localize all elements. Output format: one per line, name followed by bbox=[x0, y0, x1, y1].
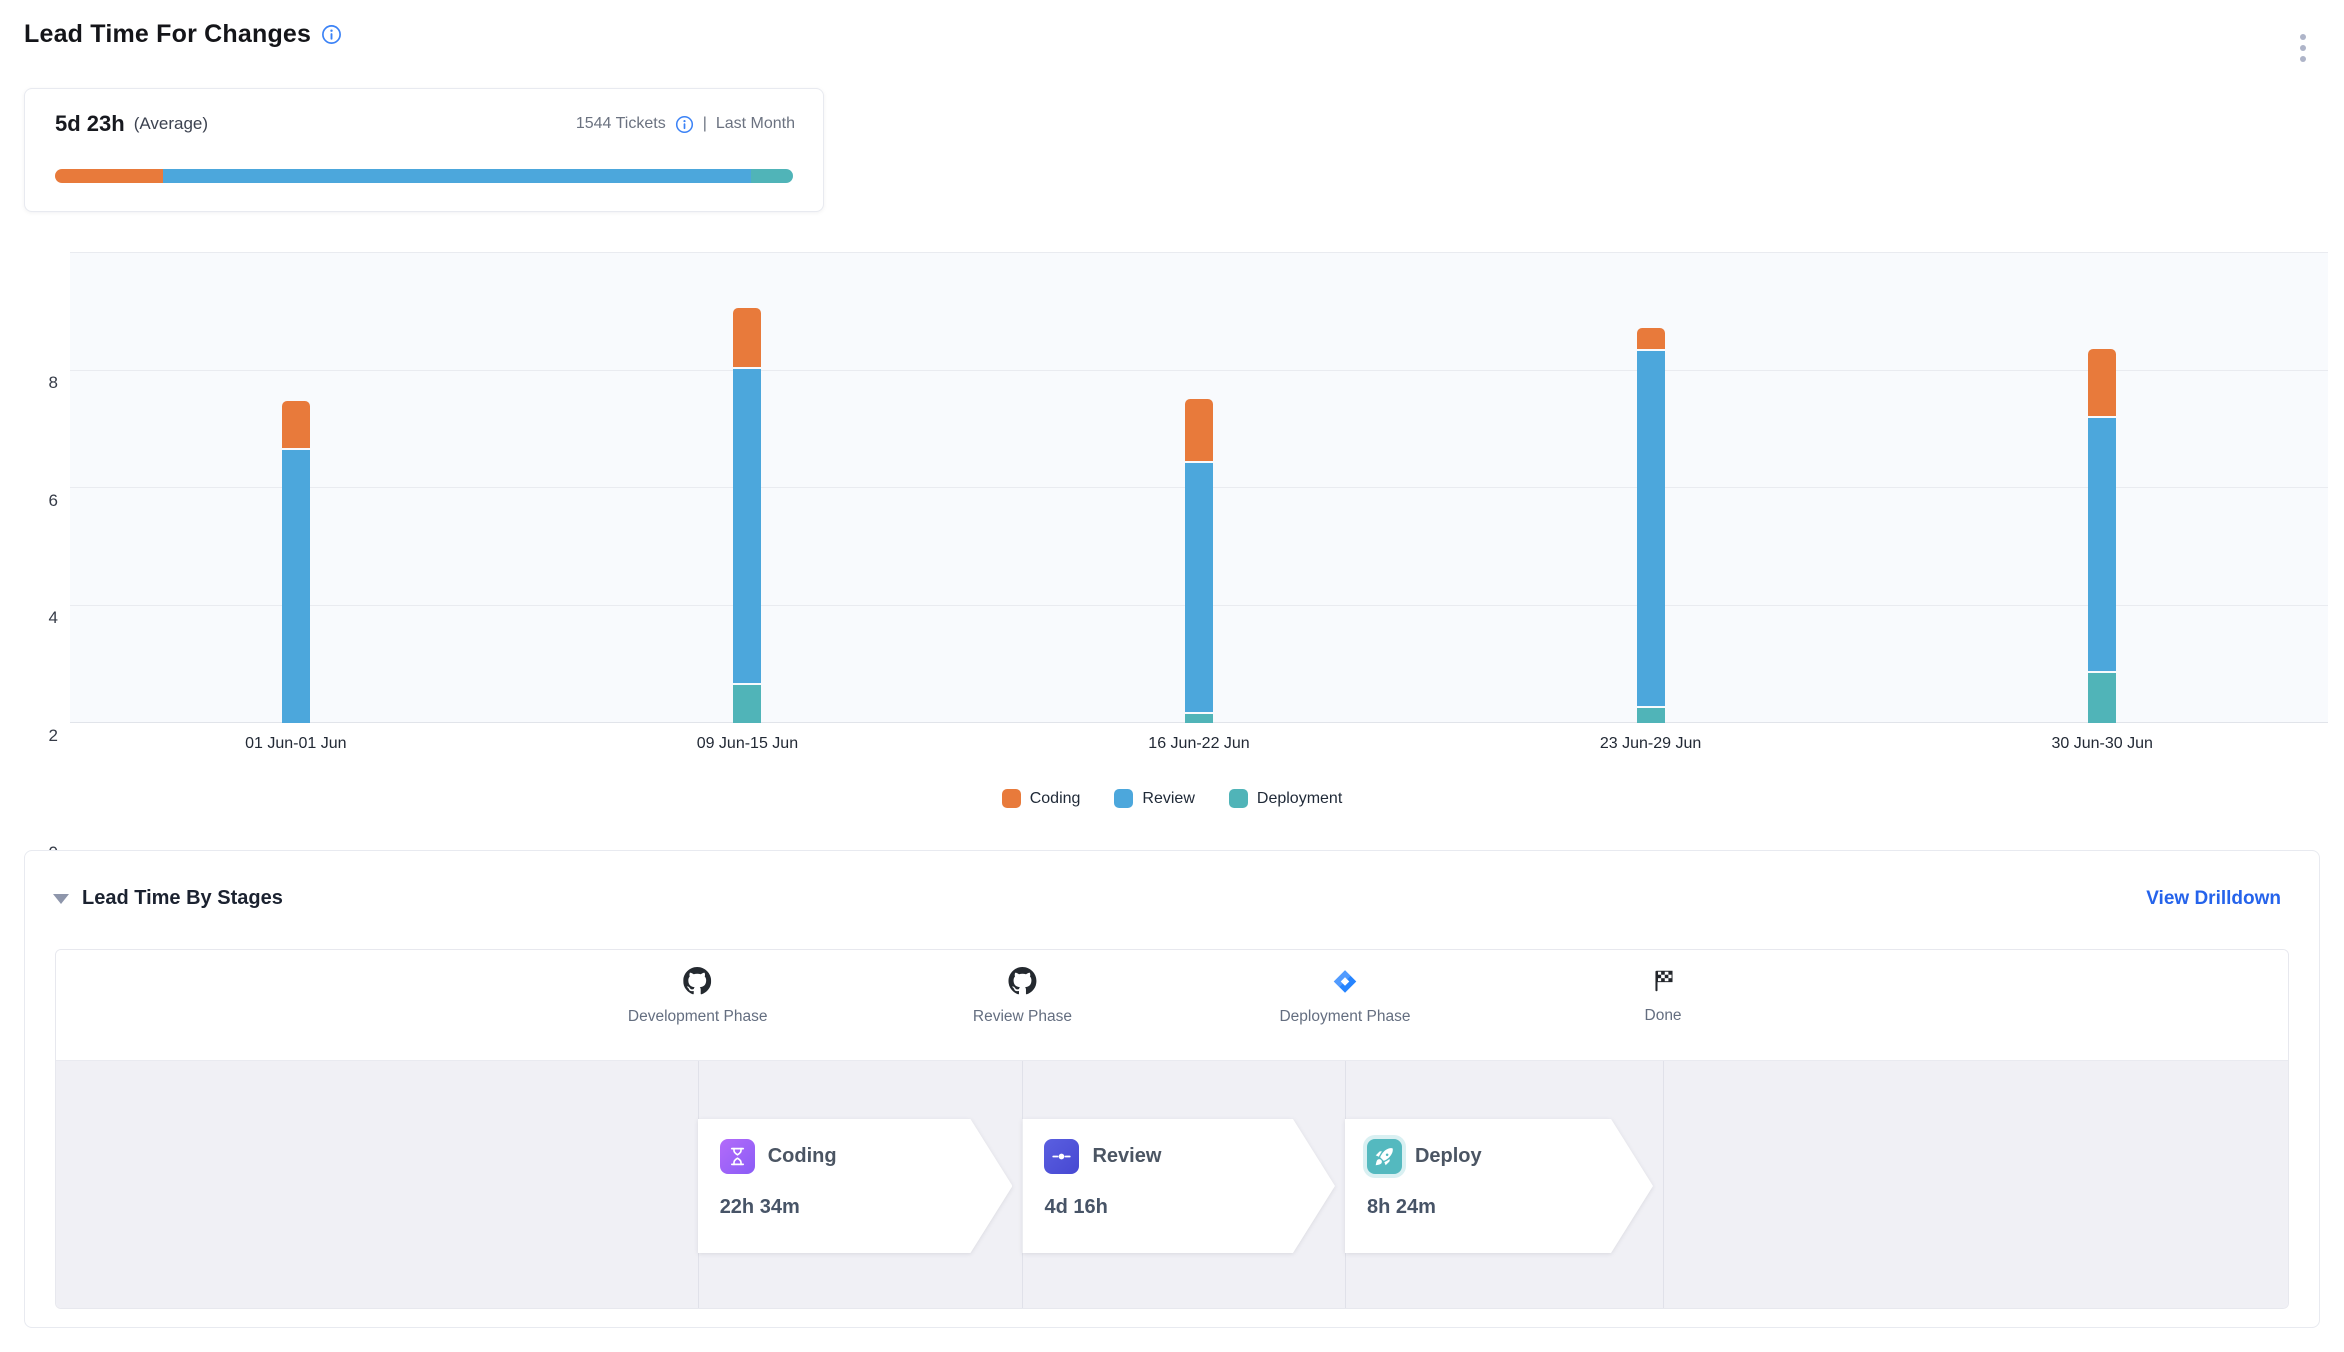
stage-card-coding[interactable]: Coding 22h 34m bbox=[698, 1119, 1013, 1253]
y-axis-label: 4 bbox=[18, 607, 58, 629]
legend-label: Review bbox=[1142, 790, 1194, 808]
column-divider bbox=[1663, 1061, 1664, 1308]
phase-label: Done bbox=[1645, 1007, 1682, 1025]
stacked-bar-4[interactable] bbox=[1637, 328, 1665, 723]
tickets-count: 1544 Tickets bbox=[576, 115, 666, 133]
x-axis-label: 09 Jun-15 Jun bbox=[697, 735, 798, 753]
tickets-info-icon[interactable] bbox=[675, 115, 694, 134]
phase-development: Development Phase bbox=[628, 965, 768, 1026]
gridline-6 bbox=[70, 370, 2328, 371]
lead-time-chart: 01 Jun-01 Jun 09 Jun-15 Jun 16 Jun-22 Jun 2… bbox=[0, 253, 2344, 853]
chart-legend: Coding Review Deployment bbox=[0, 789, 2344, 808]
phase-done: Done bbox=[1645, 965, 1682, 1025]
bar-segment-review[interactable] bbox=[2088, 418, 2116, 671]
github-icon bbox=[1008, 965, 1036, 997]
average-lead-time-value: 5d 23h bbox=[55, 111, 125, 137]
x-axis-label: 23 Jun-29 Jun bbox=[1600, 735, 1701, 753]
legend-label: Coding bbox=[1030, 790, 1081, 808]
stage-card-review[interactable]: Review 4d 16h bbox=[1022, 1119, 1335, 1253]
phase-review: Review Phase bbox=[973, 965, 1072, 1026]
stacked-bar-5[interactable] bbox=[2088, 349, 2116, 723]
summary-card: 5d 23h (Average) 1544 Tickets | Last Mon… bbox=[24, 88, 824, 212]
summary-row: 5d 23h (Average) 1544 Tickets | Last Mon… bbox=[55, 111, 795, 137]
legend-item-coding[interactable]: Coding bbox=[1002, 789, 1081, 808]
phase-label: Deployment Phase bbox=[1279, 1008, 1410, 1026]
legend-swatch bbox=[1229, 789, 1248, 808]
separator: | bbox=[703, 115, 707, 133]
legend-swatch bbox=[1002, 789, 1021, 808]
y-axis-label: 2 bbox=[18, 725, 58, 747]
legend-item-deployment[interactable]: Deployment bbox=[1229, 789, 1342, 808]
x-axis-labels: 01 Jun-01 Jun 09 Jun-15 Jun 16 Jun-22 Jun 2… bbox=[70, 735, 2328, 759]
phases-header-row: Development Phase Review Phase Deploymen… bbox=[56, 950, 2288, 1060]
stages-flow-body: Coding 22h 34m Review 4d 16h bbox=[56, 1060, 2288, 1308]
average-label: (Average) bbox=[134, 114, 208, 134]
stage-name: Deploy bbox=[1415, 1145, 1482, 1168]
legend-swatch bbox=[1114, 789, 1133, 808]
phase-deployment: Deployment Phase bbox=[1279, 965, 1410, 1026]
stages-panel-header: Lead Time By Stages View Drilldown bbox=[53, 887, 2281, 910]
summary-progress-bar bbox=[55, 169, 793, 183]
legend-label: Deployment bbox=[1257, 790, 1342, 808]
stage-card-deploy[interactable]: Deploy 8h 24m bbox=[1345, 1119, 1653, 1253]
view-drilldown-link[interactable]: View Drilldown bbox=[2146, 888, 2281, 910]
collapse-triangle-icon[interactable] bbox=[53, 894, 69, 904]
lead-time-widget: Lead Time For Changes 5d 23h (Average) 1… bbox=[0, 0, 2344, 1352]
chart-plot bbox=[70, 253, 2328, 723]
summary-bar-segment-coding bbox=[55, 169, 163, 183]
phase-label: Review Phase bbox=[973, 1008, 1072, 1026]
period-label: Last Month bbox=[716, 115, 795, 133]
bar-segment-coding[interactable] bbox=[1185, 399, 1213, 461]
bar-segment-deployment[interactable] bbox=[733, 685, 761, 723]
gridline-8 bbox=[70, 252, 2328, 253]
x-axis-label: 01 Jun-01 Jun bbox=[245, 735, 346, 753]
summary-bar-segment-review bbox=[163, 169, 751, 183]
bar-segment-deployment[interactable] bbox=[1637, 708, 1665, 723]
x-axis-label: 30 Jun-30 Jun bbox=[2051, 735, 2152, 753]
bar-segment-coding[interactable] bbox=[1637, 328, 1665, 349]
stage-name: Coding bbox=[768, 1145, 837, 1168]
bar-segment-review[interactable] bbox=[733, 369, 761, 683]
y-axis-label: 8 bbox=[18, 372, 58, 394]
stacked-bar-1[interactable] bbox=[282, 401, 310, 723]
y-axis-label: 6 bbox=[18, 490, 58, 512]
github-icon bbox=[684, 965, 712, 997]
stage-duration: 4d 16h bbox=[1044, 1196, 1335, 1219]
commit-icon bbox=[1044, 1139, 1079, 1174]
info-icon[interactable] bbox=[321, 24, 342, 45]
page-title: Lead Time For Changes bbox=[24, 20, 311, 49]
rocket-icon bbox=[1367, 1139, 1402, 1174]
stages-panel-title: Lead Time By Stages bbox=[82, 887, 283, 910]
bar-segment-review[interactable] bbox=[1185, 463, 1213, 713]
bar-segment-review[interactable] bbox=[282, 450, 310, 723]
stage-duration: 22h 34m bbox=[720, 1196, 1013, 1219]
stage-duration: 8h 24m bbox=[1367, 1196, 1653, 1219]
widget-header: Lead Time For Changes bbox=[24, 20, 342, 49]
x-axis-label: 16 Jun-22 Jun bbox=[1148, 735, 1249, 753]
bar-segment-coding[interactable] bbox=[282, 401, 310, 448]
phase-label: Development Phase bbox=[628, 1008, 768, 1026]
bar-segment-coding[interactable] bbox=[733, 308, 761, 367]
bar-segment-deployment[interactable] bbox=[2088, 673, 2116, 723]
checkered-flag-icon bbox=[1650, 965, 1676, 997]
hourglass-icon bbox=[720, 1139, 755, 1174]
legend-item-review[interactable]: Review bbox=[1114, 789, 1194, 808]
jira-icon bbox=[1331, 965, 1358, 997]
stages-flow-table: Development Phase Review Phase Deploymen… bbox=[55, 949, 2289, 1309]
bar-segment-deployment[interactable] bbox=[1185, 714, 1213, 723]
stacked-bar-3[interactable] bbox=[1185, 399, 1213, 723]
more-options-menu-icon[interactable] bbox=[2296, 30, 2310, 66]
lead-time-by-stages-panel: Lead Time By Stages View Drilldown Devel… bbox=[24, 850, 2320, 1328]
bar-segment-review[interactable] bbox=[1637, 351, 1665, 706]
bar-segment-coding[interactable] bbox=[2088, 349, 2116, 417]
summary-bar-segment-deployment bbox=[751, 169, 793, 183]
stage-name: Review bbox=[1092, 1145, 1161, 1168]
stacked-bar-2[interactable] bbox=[733, 308, 761, 723]
